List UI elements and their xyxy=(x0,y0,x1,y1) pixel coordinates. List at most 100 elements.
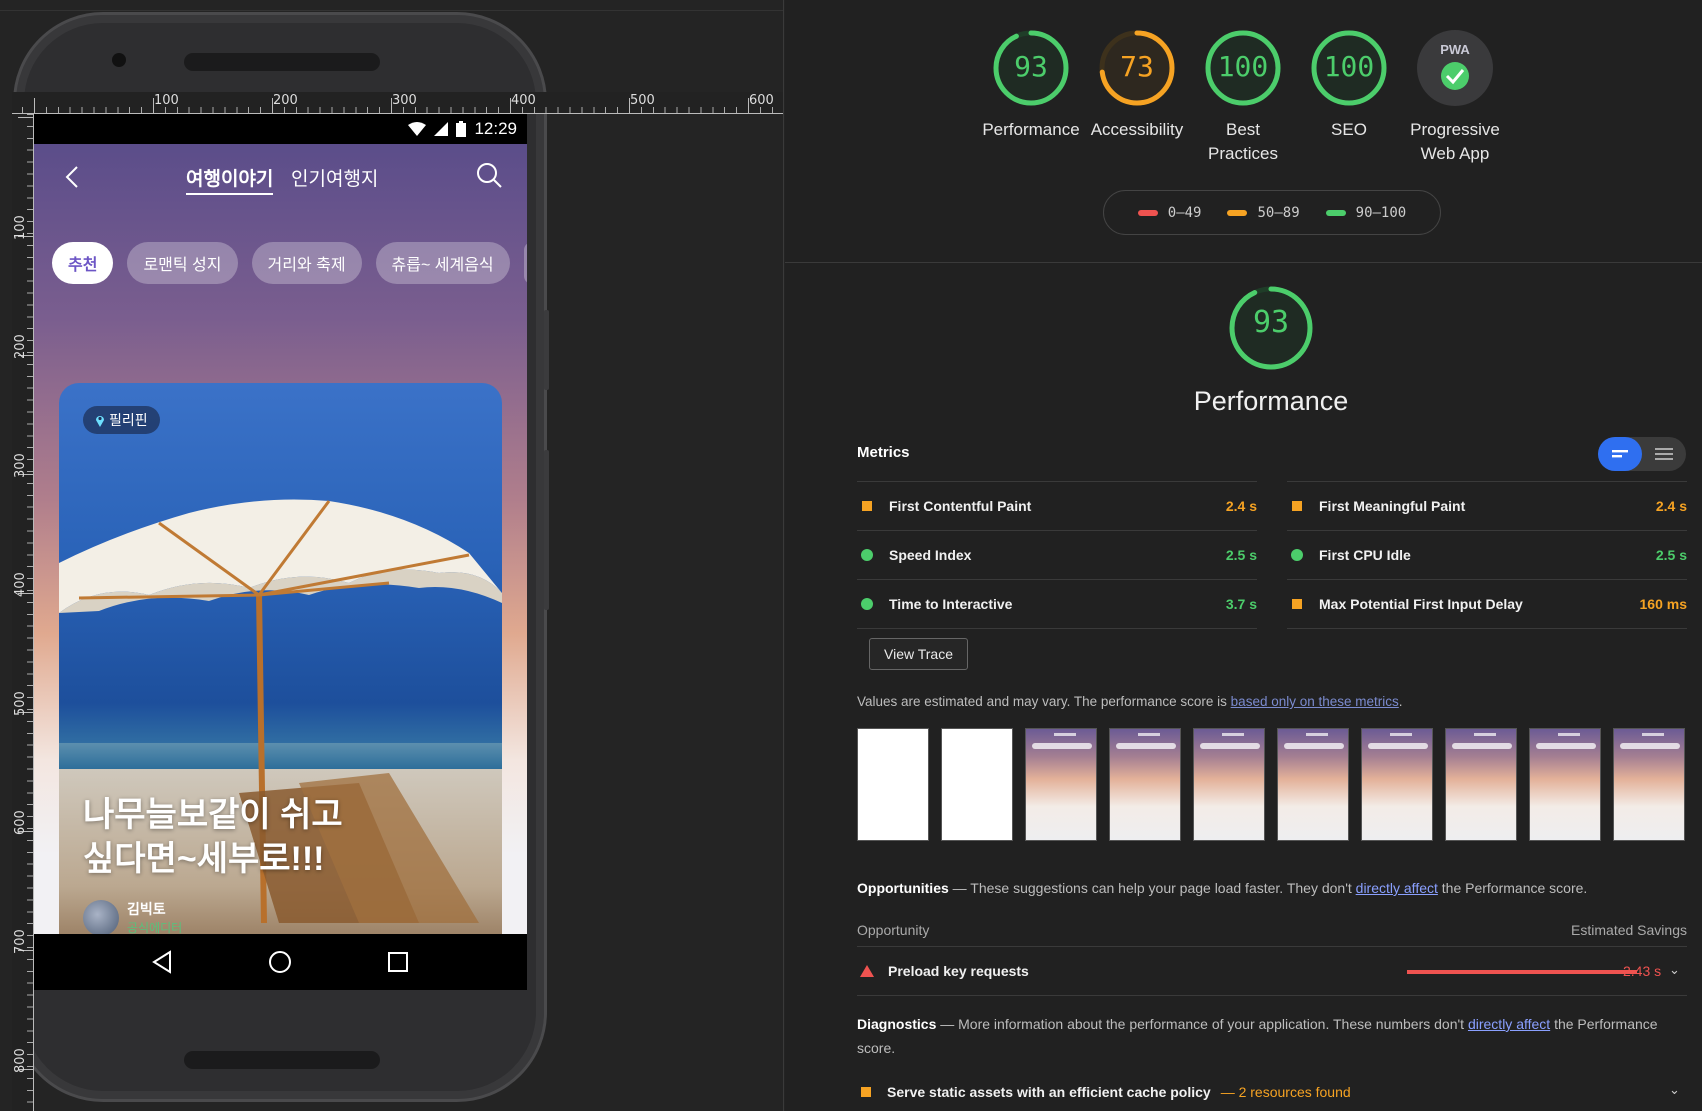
savings-column: Estimated Savings xyxy=(1571,922,1687,938)
location-badge: 필리핀 xyxy=(83,406,160,434)
filmstrip-frame[interactable] xyxy=(941,728,1013,841)
chip-street-festival[interactable]: 거리와 축제 xyxy=(251,242,362,284)
gauge-best-practices[interactable]: 100 Best Practices xyxy=(1184,28,1302,166)
filmstrip-frame[interactable] xyxy=(1025,728,1097,841)
score-performance: 93 xyxy=(1014,50,1048,83)
chip-more[interactable] xyxy=(523,242,527,284)
score-best-practices: 100 xyxy=(1217,50,1269,83)
phone-speaker xyxy=(184,53,380,71)
diagnostic-cache-policy[interactable]: Serve static assets with an efficient ca… xyxy=(857,1072,1687,1111)
metric-max-fid: Max Potential First Input Delay 160 ms xyxy=(1287,579,1687,628)
opportunity-column: Opportunity xyxy=(857,922,930,938)
filmstrip-frame[interactable] xyxy=(1277,728,1349,841)
average-indicator xyxy=(1292,599,1302,609)
lighthouse-report: 93 Performance 73 Accessibility 100 Best… xyxy=(785,0,1702,1111)
ruler-label: 800 xyxy=(13,1048,28,1073)
filmstrip-frame[interactable] xyxy=(1613,728,1685,841)
tab-travel-stories[interactable]: 여행이야기 xyxy=(186,164,274,195)
category-gauges: 93 Performance 73 Accessibility 100 Best… xyxy=(785,28,1702,168)
legend-swatch-orange xyxy=(1227,209,1248,216)
performance-section-title: Performance xyxy=(1193,386,1349,416)
gauge-seo[interactable]: 100 SEO xyxy=(1290,28,1408,142)
toggle-compact-view[interactable] xyxy=(1598,437,1642,471)
fail-indicator-icon xyxy=(860,965,874,977)
metric-name: Time to Interactive xyxy=(889,596,1013,612)
legend-swatch-green xyxy=(1325,209,1346,216)
metric-name: First CPU Idle xyxy=(1319,547,1411,563)
gauge-accessibility[interactable]: 73 Accessibility xyxy=(1078,28,1196,142)
filmstrip-frame[interactable] xyxy=(1361,728,1433,841)
metric-fcp: First Contentful Paint 2.4 s xyxy=(857,481,1257,530)
legend-average-label: 50–89 xyxy=(1257,204,1300,221)
legend-pass: 90–100 xyxy=(1325,204,1407,221)
ruler-label: 100 xyxy=(13,215,28,240)
phone-volume-button xyxy=(544,450,549,610)
ruler-label: 700 xyxy=(13,929,28,954)
filmstrip-frame[interactable] xyxy=(1445,728,1517,841)
pass-indicator xyxy=(861,549,873,561)
location-label: 필리핀 xyxy=(109,412,148,428)
nav-home-icon[interactable] xyxy=(267,949,293,975)
filmstrip-frame[interactable] xyxy=(1109,728,1181,841)
diagnostics-link[interactable]: directly affect xyxy=(1468,1016,1550,1032)
nav-recents-icon[interactable] xyxy=(385,949,411,975)
average-indicator xyxy=(861,1086,871,1097)
opportunities-text: — These suggestions can help your page l… xyxy=(948,880,1356,896)
note-text: Values are estimated and may vary. The p… xyxy=(857,694,1231,709)
search-icon[interactable] xyxy=(474,160,504,190)
filmstrip-frame[interactable] xyxy=(1193,728,1265,841)
label-performance: Performance xyxy=(982,120,1080,139)
battery-icon xyxy=(456,121,467,137)
section-divider xyxy=(785,262,1702,263)
filmstrip-frame[interactable] xyxy=(1529,728,1601,841)
chevron-down-icon[interactable]: ⌄ xyxy=(1669,1082,1680,1098)
legend-pass-label: 90–100 xyxy=(1355,204,1407,221)
metrics-divider xyxy=(857,628,1257,629)
chip-recommended[interactable]: 추천 xyxy=(52,242,114,284)
view-trace-button[interactable]: View Trace xyxy=(869,638,968,670)
story-card[interactable]: 필리핀 나무늘보같이 쉬고 싶다면~세부로!!! 김빅토 공식에디터 xyxy=(59,383,502,965)
app-top-nav: 여행이야기 인기여행지 xyxy=(34,144,527,216)
metric-name: First Meaningful Paint xyxy=(1319,498,1466,514)
chip-romantic[interactable]: 로맨틱 성지 xyxy=(127,242,238,284)
gauge-pwa[interactable]: PWA Progressive Web App xyxy=(1396,28,1514,166)
metric-value: 2.4 s xyxy=(1655,498,1687,514)
metric-value: 160 ms xyxy=(1639,596,1687,612)
metric-name: Max Potential First Input Delay xyxy=(1319,596,1523,612)
metric-name: First Contentful Paint xyxy=(889,498,1032,514)
chip-world-food[interactable]: 츄릅~ 세계음식 xyxy=(375,242,510,284)
metrics-view-toggle[interactable] xyxy=(1598,437,1686,471)
filmstrip-frame[interactable] xyxy=(857,728,929,841)
filmstrip xyxy=(857,728,1685,841)
label-seo: SEO xyxy=(1331,120,1367,139)
back-arrow-icon[interactable] xyxy=(58,162,88,192)
diagnostic-name: Serve static assets with an efficient ca… xyxy=(887,1083,1211,1100)
metric-tti: Time to Interactive 3.7 s xyxy=(857,579,1257,628)
ruler-label: 500 xyxy=(13,691,28,716)
chevron-down-icon[interactable]: ⌄ xyxy=(1669,962,1680,978)
metric-value: 2.5 s xyxy=(1225,547,1257,563)
pwa-badge-text: PWA xyxy=(1440,42,1470,57)
ruler-label: 500 xyxy=(630,93,655,108)
savings-value: 2.43 s xyxy=(1623,963,1662,979)
status-time: 12:29 xyxy=(474,119,517,138)
ruler-label: 400 xyxy=(511,93,536,108)
ruler-label: 100 xyxy=(154,93,179,108)
opportunities-link[interactable]: directly affect xyxy=(1356,880,1438,896)
average-indicator xyxy=(1292,501,1302,511)
author-name: 김빅토 xyxy=(127,901,166,917)
toggle-expanded-view[interactable] xyxy=(1642,437,1686,471)
legend-swatch-red xyxy=(1137,209,1158,216)
tab-popular-destinations[interactable]: 인기여행지 xyxy=(291,164,378,191)
opportunities-table-header: Opportunity Estimated Savings xyxy=(857,922,1687,938)
label-pwa: Progressive Web App xyxy=(1410,120,1500,163)
nav-back-icon[interactable] xyxy=(150,949,176,975)
signal-icon xyxy=(434,122,449,136)
gauge-performance[interactable]: 93 Performance xyxy=(972,28,1090,142)
location-pin-icon xyxy=(96,415,104,427)
metrics-doc-link[interactable]: based only on these metrics xyxy=(1231,694,1399,709)
opportunity-preload[interactable]: Preload key requests 2.43 s ⌄ xyxy=(857,946,1687,996)
metric-fmp: First Meaningful Paint 2.4 s xyxy=(1287,481,1687,530)
label-accessibility: Accessibility xyxy=(1090,120,1184,139)
legend-fail: 0–49 xyxy=(1137,205,1201,221)
